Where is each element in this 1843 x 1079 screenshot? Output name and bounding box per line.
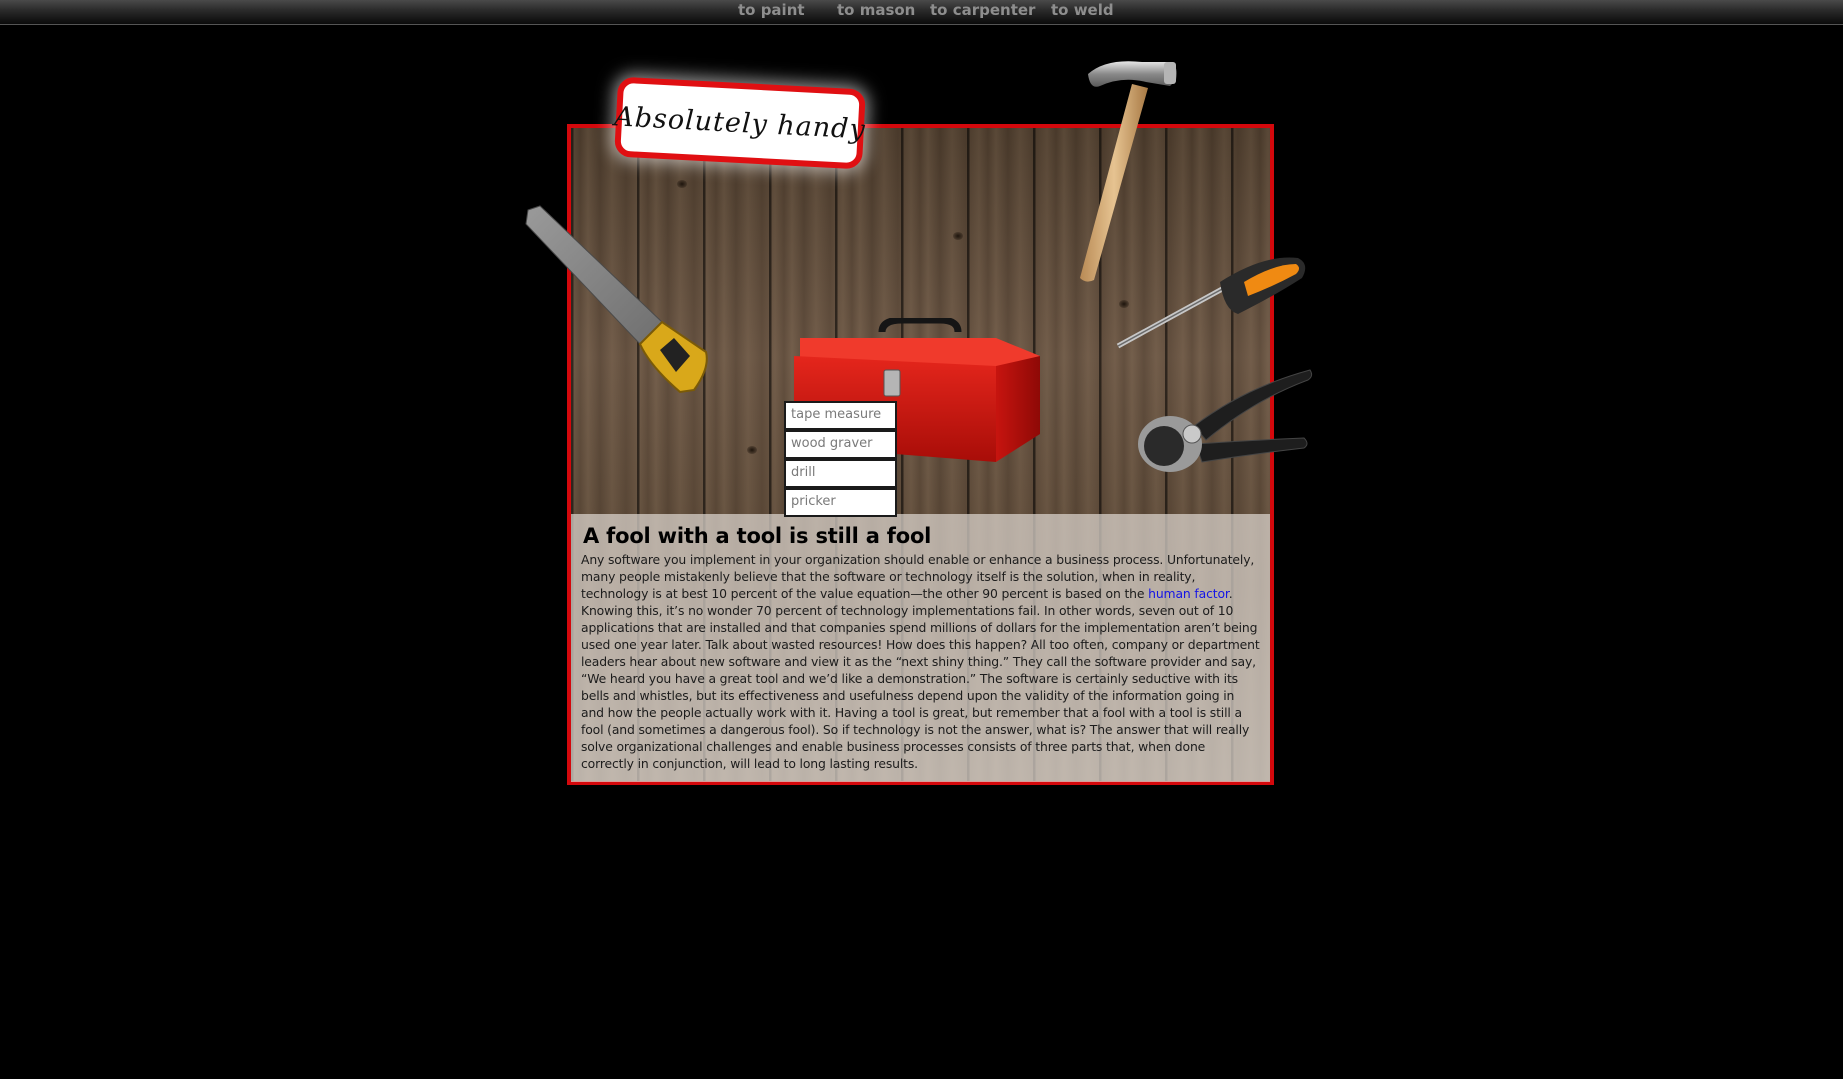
- article: A fool with a tool is still a fool Any s…: [571, 514, 1270, 782]
- screwdriver-icon: [1116, 257, 1306, 349]
- wood-knot: [953, 232, 963, 240]
- nav-link-paint[interactable]: to paint: [738, 1, 805, 19]
- nav-link-carpenter[interactable]: to carpenter: [930, 1, 1035, 19]
- article-heading: A fool with a tool is still a fool: [583, 524, 932, 548]
- toolbox-list: tape measure wood graver drill pricker: [784, 401, 898, 517]
- toolbox-item-pricker[interactable]: pricker: [784, 488, 897, 517]
- saw-icon: [525, 205, 708, 394]
- nav-link-mason[interactable]: to mason: [837, 1, 915, 19]
- site-logo[interactable]: Absolutely handy: [613, 76, 867, 170]
- top-nav-bar: to paint to mason to carpenter to weld: [0, 0, 1843, 25]
- hammer-icon: [1080, 61, 1177, 282]
- toolbox-item-tape-measure[interactable]: tape measure: [784, 401, 897, 430]
- human-factor-link[interactable]: human factor: [1148, 586, 1229, 601]
- pliers-icon: [1138, 369, 1313, 472]
- article-body-text-continued: . Knowing this, it’s no wonder 70 percen…: [581, 586, 1260, 771]
- wood-knot: [677, 180, 687, 188]
- wood-knot: [747, 446, 757, 454]
- logo-text: Absolutely handy: [613, 100, 867, 146]
- toolbox-item-wood-graver[interactable]: wood graver: [784, 430, 897, 459]
- article-body: Any software you implement in your organ…: [581, 551, 1260, 772]
- nav-link-weld[interactable]: to weld: [1051, 1, 1114, 19]
- toolbox-item-drill[interactable]: drill: [784, 459, 897, 488]
